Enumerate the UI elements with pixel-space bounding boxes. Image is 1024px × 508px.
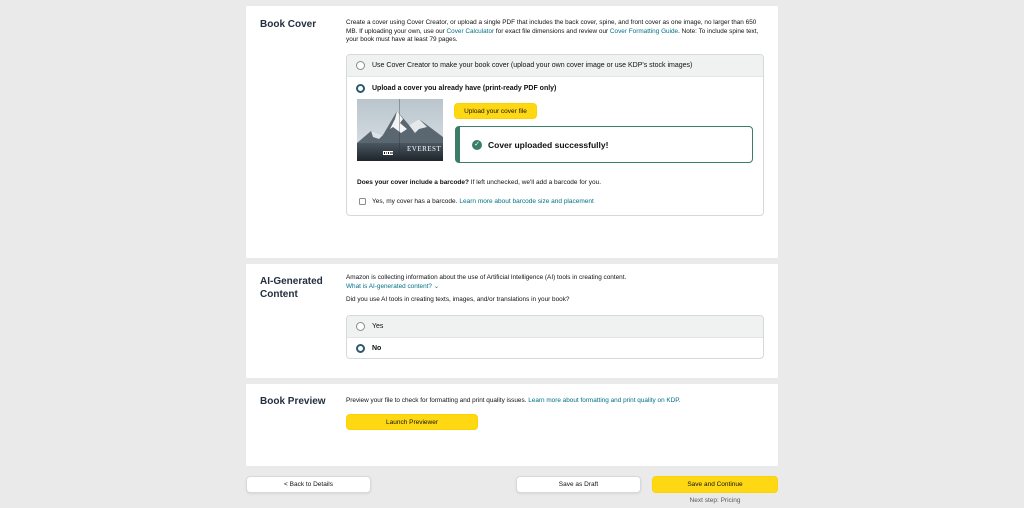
- ai-content-title: AI-Generated Content: [260, 276, 323, 300]
- launch-previewer-button[interactable]: Launch Previewer: [346, 414, 478, 430]
- print-quality-learn-more-link[interactable]: Learn more about formatting and print qu…: [528, 397, 680, 404]
- ai-yes-label: Yes: [372, 323, 384, 330]
- upload-cover-radio[interactable]: [356, 83, 365, 93]
- cover-creator-label: Use Cover Creator to make your book cove…: [372, 62, 693, 69]
- what-is-ai-content-link[interactable]: What is AI-generated content?: [346, 283, 432, 290]
- ai-options-box: Yes No: [346, 315, 764, 359]
- back-to-details-button[interactable]: < Back to Details: [246, 476, 371, 493]
- ai-option-yes[interactable]: Yes: [347, 316, 763, 338]
- upload-cover-file-button[interactable]: Upload your cover file: [454, 103, 537, 119]
- book-cover-section: Book Cover Create a cover using Cover Cr…: [246, 6, 778, 258]
- save-as-draft-button[interactable]: Save as Draft: [516, 476, 641, 493]
- cover-formatting-guide-link[interactable]: Cover Formatting Guide: [610, 28, 678, 35]
- option-upload-cover: Upload a cover you already have (print-r…: [347, 77, 763, 215]
- ai-yes-radio[interactable]: [356, 322, 365, 331]
- book-preview-description: Preview your file to check for formattin…: [346, 397, 681, 404]
- save-and-continue-button[interactable]: Save and Continue: [652, 476, 778, 493]
- cover-thumbnail: EVEREST: [357, 99, 443, 161]
- ai-content-section: AI-Generated Content Amazon is collectin…: [246, 264, 778, 378]
- barcode-learn-more-link[interactable]: Learn more about barcode size and placem…: [459, 198, 593, 205]
- ai-option-no[interactable]: No: [347, 338, 763, 358]
- book-cover-title: Book Cover: [260, 19, 317, 30]
- ai-content-description: Amazon is collecting information about t…: [346, 274, 627, 281]
- ai-no-label: No: [372, 345, 382, 352]
- success-check-icon: ✓: [472, 139, 482, 150]
- next-step-label: Next step: Pricing: [689, 497, 741, 504]
- barcode-checkbox-row[interactable]: Yes, my cover has a barcode. Learn more …: [359, 198, 594, 205]
- upload-cover-label: Upload a cover you already have (print-r…: [372, 84, 557, 92]
- option-cover-creator[interactable]: Use Cover Creator to make your book cove…: [347, 55, 763, 77]
- barcode-checkbox-label: Yes, my cover has a barcode.: [372, 198, 458, 205]
- barcode-question: Does your cover include a barcode? If le…: [357, 179, 602, 186]
- book-preview-section: Book Preview Preview your file to check …: [246, 384, 778, 466]
- cover-calculator-link[interactable]: Cover Calculator: [447, 28, 495, 35]
- barcode-checkbox[interactable]: [359, 198, 366, 205]
- cover-creator-radio[interactable]: [356, 61, 365, 70]
- ai-content-question: Did you use AI tools in creating texts, …: [346, 296, 570, 304]
- chevron-down-icon[interactable]: ⌄: [434, 283, 439, 290]
- ai-no-radio[interactable]: [356, 344, 365, 353]
- cover-options-box: Use Cover Creator to make your book cove…: [346, 54, 764, 216]
- book-preview-title: Book Preview: [260, 396, 326, 407]
- book-cover-description: Create a cover using Cover Creator, or u…: [346, 19, 759, 44]
- upload-cover-radio-row[interactable]: Upload a cover you already have (print-r…: [347, 77, 763, 99]
- upload-success-message: Cover uploaded successfully!: [488, 139, 609, 150]
- ai-content-link-row: What is AI-generated content? ⌄: [346, 283, 764, 292]
- upload-success-alert: ✓ Cover uploaded successfully!: [455, 126, 753, 163]
- cover-thumbnail-title: EVEREST: [407, 145, 442, 153]
